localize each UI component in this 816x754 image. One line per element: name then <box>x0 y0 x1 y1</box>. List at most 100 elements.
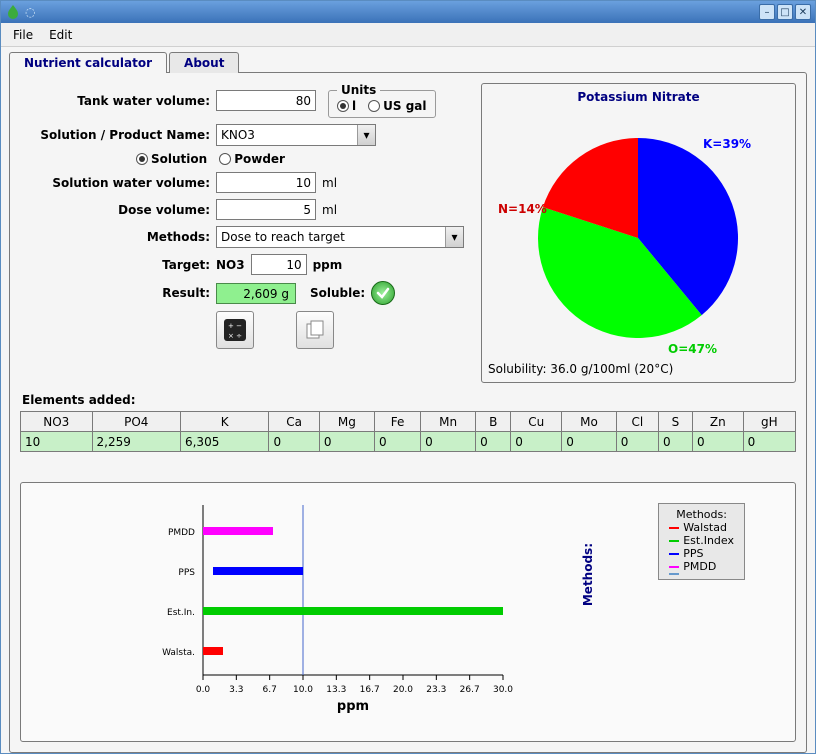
chevron-down-icon: ▾ <box>357 125 375 145</box>
svg-text:Est.In.: Est.In. <box>167 608 195 618</box>
methods-chart-panel: PMDD PPS Est.In. Walsta. 0.0 3.3 6.7 10.0 13… <box>20 482 796 742</box>
svg-text:Walsta.: Walsta. <box>162 648 195 658</box>
elements-header-cell: Mo <box>562 412 616 432</box>
tank-volume-label: Tank water volume: <box>20 94 210 108</box>
elements-value-row: 102,2596,30500000000000 <box>21 432 796 452</box>
tab-panel: Tank water volume: Units l US gal Soluti… <box>9 72 807 753</box>
elements-header-cell: Cu <box>511 412 562 432</box>
elements-value-cell: 0 <box>616 432 658 452</box>
pie-chart: K=39% O=47% N=14% <box>488 108 788 358</box>
svg-text:26.7: 26.7 <box>460 685 480 695</box>
methods-axis-label: Methods: <box>581 543 595 606</box>
soluble-check-icon <box>371 281 395 305</box>
elements-header-cell: Cl <box>616 412 658 432</box>
methods-select[interactable]: Dose to reach target ▾ <box>216 226 464 248</box>
svg-text:13.3: 13.3 <box>326 685 346 695</box>
pie-label-k: K=39% <box>703 137 751 151</box>
svg-text:6.7: 6.7 <box>263 685 277 695</box>
pie-label-o: O=47% <box>668 342 717 356</box>
close-button[interactable]: ✕ <box>795 4 811 20</box>
elements-header-cell: Fe <box>374 412 420 432</box>
tab-nutrient-calculator[interactable]: Nutrient calculator <box>9 52 167 73</box>
svg-text:ppm: ppm <box>337 699 369 714</box>
svg-text:16.7: 16.7 <box>360 685 380 695</box>
titlebar: ◌ – □ ✕ <box>1 1 815 23</box>
elements-value-cell: 0 <box>659 432 693 452</box>
copy-button[interactable] <box>296 311 334 349</box>
elements-value-cell: 0 <box>319 432 374 452</box>
elements-value-cell: 0 <box>562 432 616 452</box>
elements-table: NO3PO4KCaMgFeMnBCuMoClSZngH 102,2596,305… <box>20 411 796 452</box>
minimize-button[interactable]: – <box>759 4 775 20</box>
dose-volume-input[interactable] <box>216 199 316 220</box>
svg-text:30.0: 30.0 <box>493 685 513 695</box>
elements-value-cell: 0 <box>743 432 795 452</box>
pie-title: Potassium Nitrate <box>488 90 789 104</box>
elements-header-cell: NO3 <box>21 412 93 432</box>
solubility-text: Solubility: 36.0 g/100ml (20°C) <box>488 362 789 376</box>
methods-legend: Methods: Walstad Est.Index PPS PMDD <box>658 503 745 580</box>
svg-text:23.3: 23.3 <box>426 685 446 695</box>
tab-about[interactable]: About <box>169 52 239 73</box>
elements-header-cell: Mg <box>319 412 374 432</box>
menu-file[interactable]: File <box>7 26 39 44</box>
svg-text:20.0: 20.0 <box>393 685 413 695</box>
methods-bar-chart: PMDD PPS Est.In. Walsta. 0.0 3.3 6.7 10.0 13… <box>153 495 623 725</box>
pie-panel: Potassium Nitrate K=39% O=47% N=14% <box>481 83 796 383</box>
elements-header-cell: Zn <box>692 412 743 432</box>
elements-value-cell: 6,305 <box>180 432 268 452</box>
svg-text:10.0: 10.0 <box>293 685 313 695</box>
elements-header-cell: K <box>180 412 268 432</box>
elements-value-cell: 0 <box>421 432 476 452</box>
elements-value-cell: 0 <box>269 432 319 452</box>
menubar: File Edit <box>1 23 815 47</box>
menu-edit[interactable]: Edit <box>43 26 78 44</box>
soluble-label: Soluble: <box>310 286 365 300</box>
target-value-input[interactable] <box>251 254 307 275</box>
elements-value-cell: 0 <box>374 432 420 452</box>
target-element: NO3 <box>216 258 245 272</box>
methods-label: Methods: <box>20 230 210 244</box>
svg-text:× ÷: × ÷ <box>228 332 242 340</box>
app-icon <box>5 4 21 20</box>
svg-text:3.3: 3.3 <box>229 685 243 695</box>
form-powder-radio[interactable]: Powder <box>219 152 285 166</box>
elements-header-cell: PO4 <box>92 412 180 432</box>
unit-l-radio[interactable]: l <box>337 99 356 113</box>
elements-header-cell: S <box>659 412 693 432</box>
svg-text:+ −: + − <box>228 322 242 330</box>
target-label: Target: <box>20 258 210 272</box>
svg-text:PMDD: PMDD <box>168 528 195 538</box>
form-solution-radio[interactable]: Solution <box>136 152 207 166</box>
result-value: 2,609 g <box>216 283 296 304</box>
dose-volume-unit: ml <box>322 203 337 217</box>
elements-value-cell: 0 <box>511 432 562 452</box>
solution-water-unit: ml <box>322 176 337 190</box>
chevron-down-icon: ▾ <box>445 227 463 247</box>
elements-value-cell: 0 <box>692 432 743 452</box>
solution-water-label: Solution water volume: <box>20 176 210 190</box>
result-label: Result: <box>20 286 210 300</box>
titlebar-spinner-icon: ◌ <box>25 5 35 19</box>
elements-header-cell: gH <box>743 412 795 432</box>
dose-volume-label: Dose volume: <box>20 203 210 217</box>
elements-added-label: Elements added: <box>22 393 796 407</box>
unit-usgal-radio[interactable]: US gal <box>368 99 426 113</box>
units-group: Units l US gal <box>328 83 436 118</box>
solution-water-input[interactable] <box>216 172 316 193</box>
svg-text:PPS: PPS <box>178 568 195 578</box>
elements-header-cell: B <box>476 412 511 432</box>
elements-value-cell: 0 <box>476 432 511 452</box>
elements-value-cell: 2,259 <box>92 432 180 452</box>
elements-header-cell: Ca <box>269 412 319 432</box>
maximize-button[interactable]: □ <box>777 4 793 20</box>
elements-header-row: NO3PO4KCaMgFeMnBCuMoClSZngH <box>21 412 796 432</box>
product-name-label: Solution / Product Name: <box>20 128 210 142</box>
pie-label-n: N=14% <box>498 202 547 216</box>
app-window: ◌ – □ ✕ File Edit Nutrient calculator Ab… <box>0 0 816 754</box>
tank-volume-input[interactable] <box>216 90 316 111</box>
product-name-select[interactable]: KNO3 ▾ <box>216 124 376 146</box>
calculate-button[interactable]: + − × ÷ <box>216 311 254 349</box>
units-legend: Units <box>337 83 380 97</box>
svg-text:0.0: 0.0 <box>196 685 211 695</box>
